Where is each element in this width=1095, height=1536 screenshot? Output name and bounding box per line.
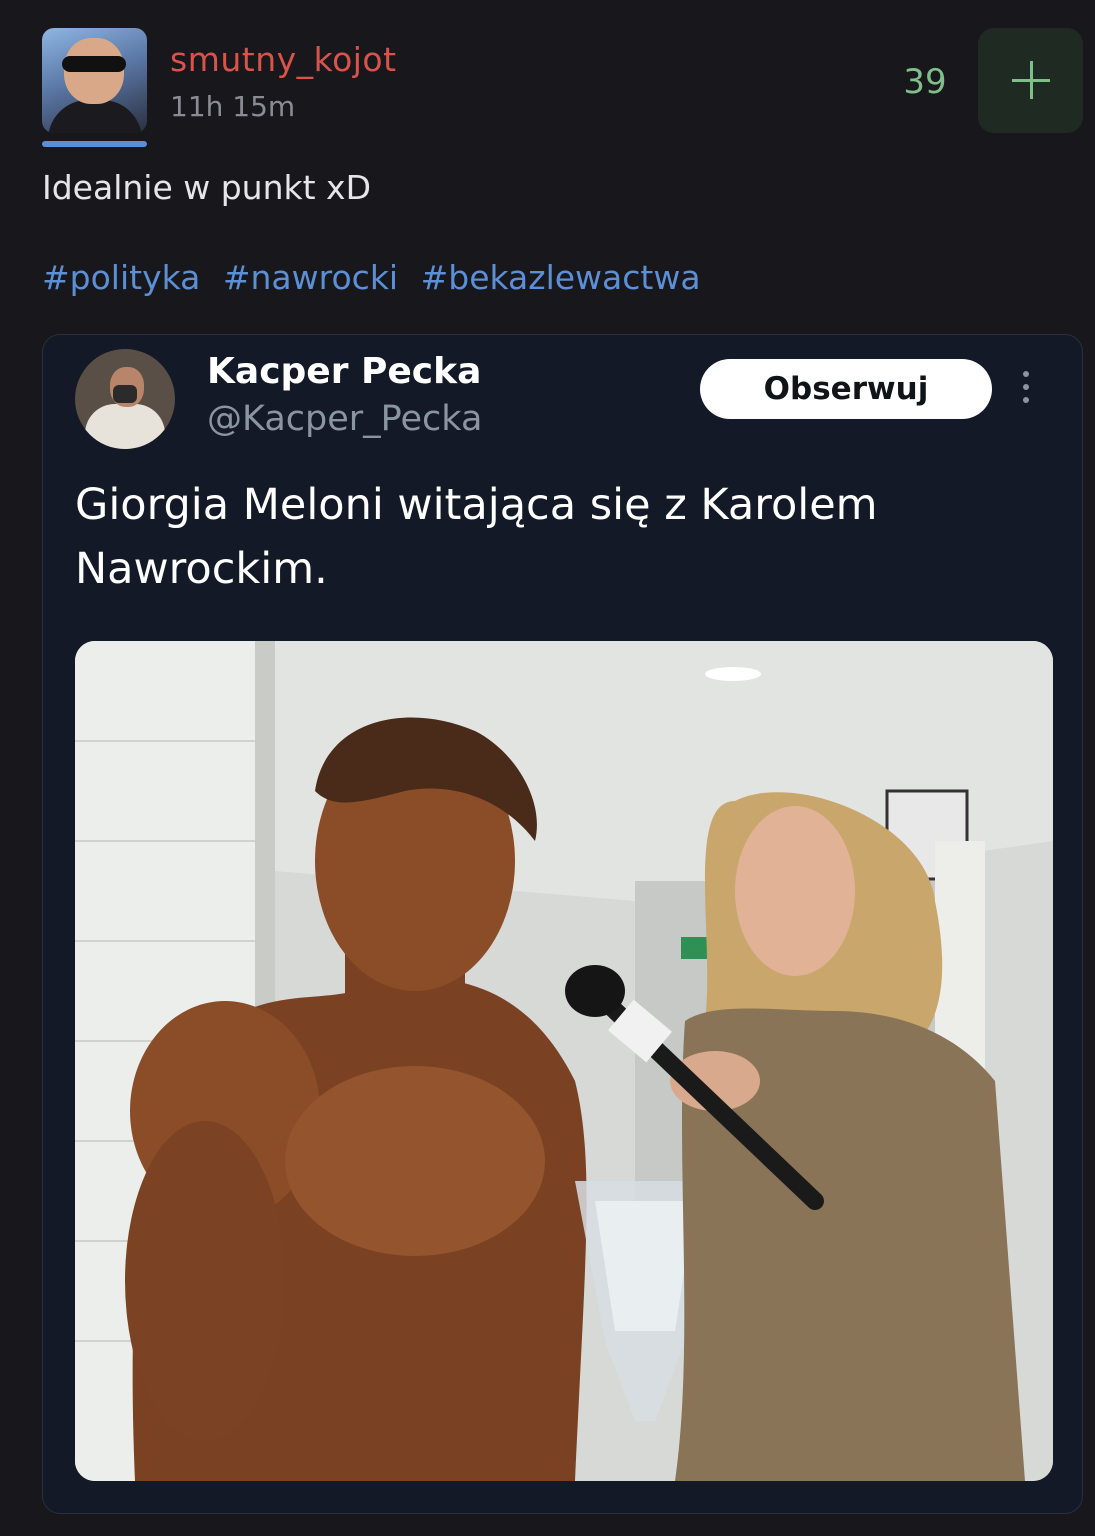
tweet-author-handle[interactable]: @Kacper_Pecka <box>207 399 482 439</box>
avatar-underline <box>42 141 147 147</box>
tag-link[interactable]: #bekazlewactwa <box>421 258 701 297</box>
post-timestamp: 11h 15m <box>170 90 296 123</box>
upvote-button[interactable] <box>978 28 1083 133</box>
tag-link[interactable]: #polityka <box>42 258 200 297</box>
vote-count: 39 <box>903 62 947 102</box>
post-text: Idealnie w punkt xD <box>42 168 371 207</box>
more-vertical-icon[interactable] <box>1023 371 1031 411</box>
post-header: smutny_kojot 11h 15m 39 <box>0 0 1095 160</box>
follow-button[interactable]: Obserwuj <box>700 359 992 419</box>
user-avatar[interactable] <box>42 28 147 133</box>
tag-list: #polityka #nawrocki #bekazlewactwa <box>42 258 713 297</box>
tweet-image[interactable] <box>75 641 1053 1481</box>
username-link[interactable]: smutny_kojot <box>170 40 397 79</box>
embedded-tweet[interactable]: Kacper Pecka @Kacper_Pecka Obserwuj Gior… <box>42 334 1083 1514</box>
tweet-text: Giorgia Meloni witająca się z Karolem Na… <box>75 480 878 594</box>
tag-link[interactable]: #nawrocki <box>223 258 398 297</box>
tweet-author-avatar[interactable] <box>75 349 175 449</box>
tweet-author-name[interactable]: Kacper Pecka <box>207 351 481 392</box>
